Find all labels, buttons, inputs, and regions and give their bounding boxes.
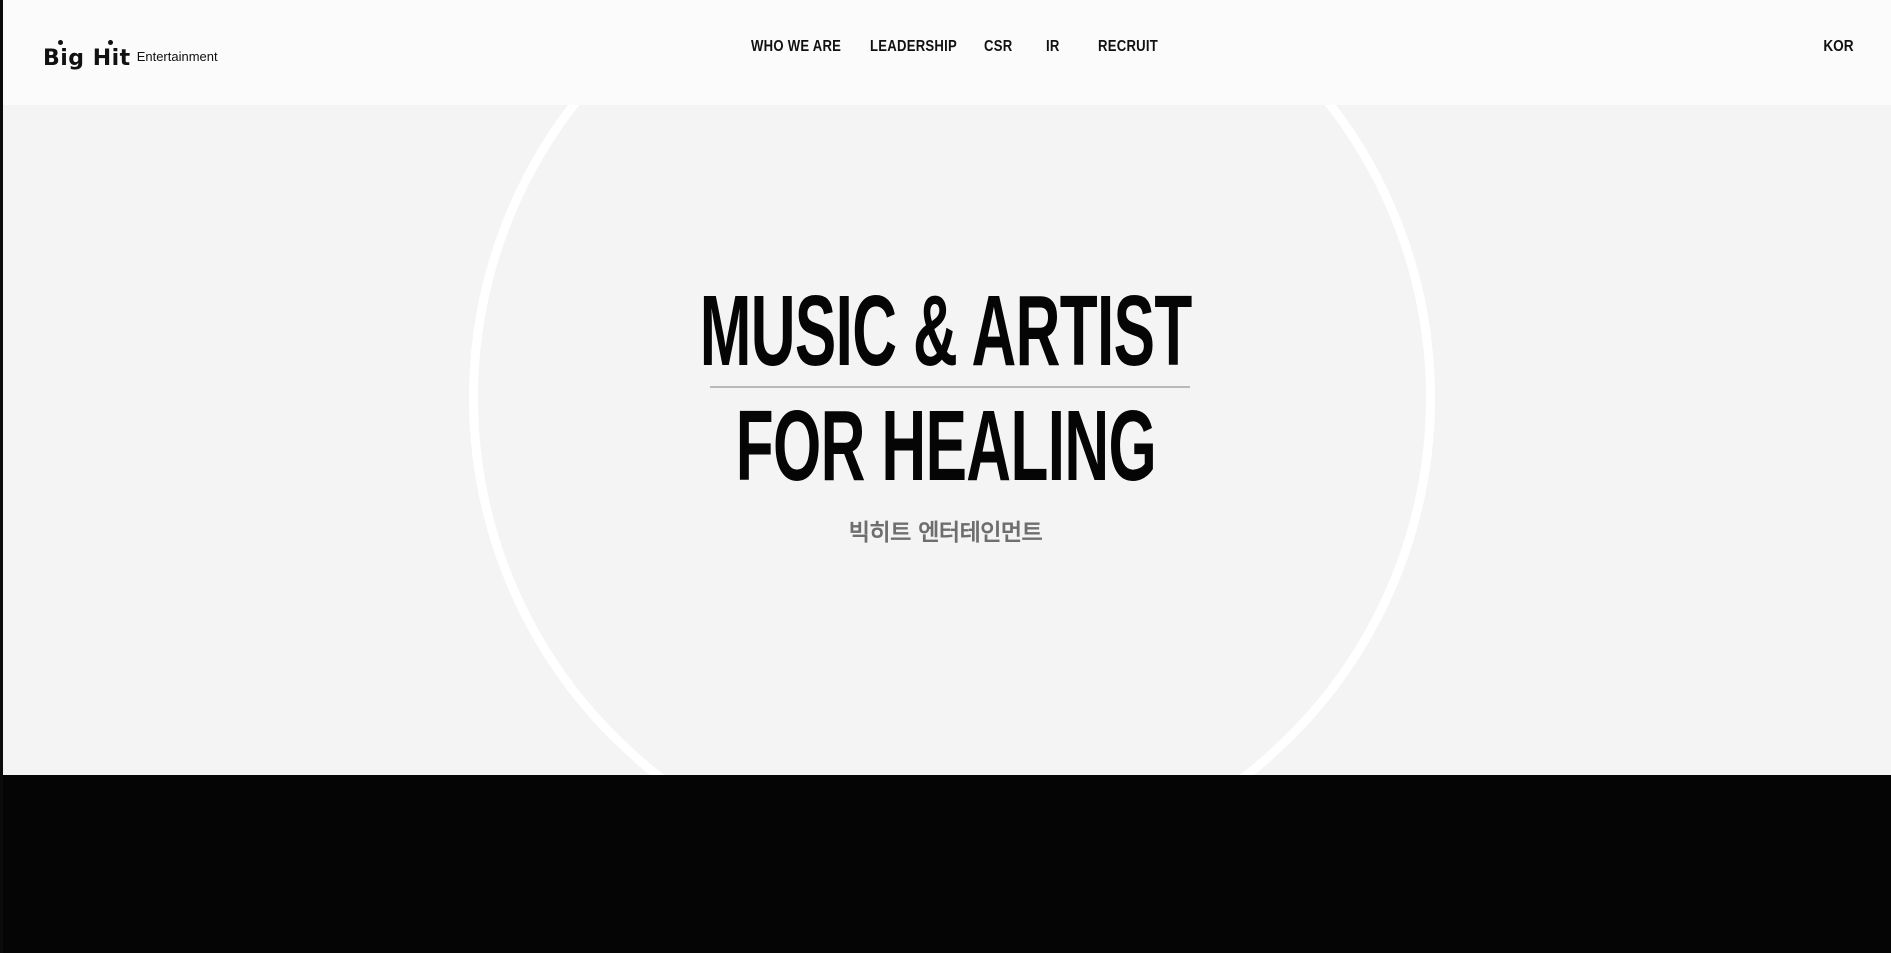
headline-line2: FOR HEALING xyxy=(735,390,1156,502)
bighit-logo[interactable]: Big Hit Entertainment xyxy=(43,30,218,70)
language-switch[interactable]: KOR xyxy=(1824,38,1854,56)
nav-item-csr[interactable]: CSR xyxy=(984,38,1012,56)
nav-item-who-we-are[interactable]: WHO WE ARE xyxy=(751,38,841,56)
logo-subtitle: Entertainment xyxy=(136,49,218,64)
logo-mark-text: Big Hit xyxy=(43,46,131,71)
nav-item-leadership[interactable]: LEADERSHIP xyxy=(870,38,957,56)
headline-line1: MUSIC & ARTIST xyxy=(699,275,1193,387)
headline-line1-wrap: MUSIC & ARTIST xyxy=(0,281,1891,381)
headline-divider xyxy=(710,386,1190,388)
logo-dot-icon xyxy=(108,40,113,45)
nav-item-ir[interactable]: IR xyxy=(1046,38,1060,56)
dark-section xyxy=(0,775,1891,953)
logo-dot-icon xyxy=(58,40,63,45)
logo-mark: Big Hit xyxy=(43,38,131,70)
hero-subtitle: 빅히트 엔터테인먼트 xyxy=(848,520,1043,546)
headline-line2-wrap: FOR HEALING xyxy=(0,396,1891,496)
nav-item-recruit[interactable]: RECRUIT xyxy=(1098,38,1158,56)
left-edge xyxy=(0,0,3,953)
site-header: Big Hit Entertainment WHO WE ARE LEADERS… xyxy=(3,0,1891,105)
page: Big Hit Entertainment WHO WE ARE LEADERS… xyxy=(0,0,1891,953)
